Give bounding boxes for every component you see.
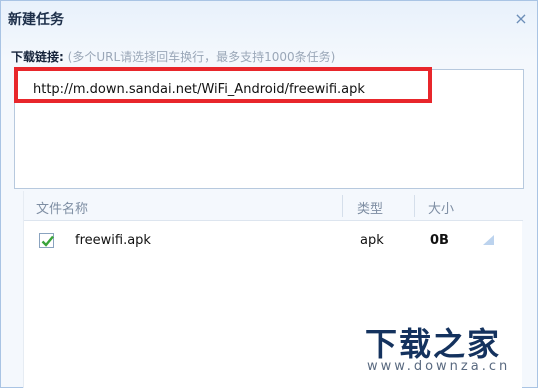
watermark-site: www.downza.cn — [367, 359, 511, 374]
file-size-cell: 0B — [430, 233, 449, 248]
column-header-size[interactable]: 大小 — [428, 198, 454, 217]
dialog-title: 新建任务 — [8, 12, 64, 28]
download-link-hint: (多个URL请选择回车换行，最多支持1000条任务) — [67, 50, 336, 64]
column-divider[interactable] — [342, 195, 343, 217]
file-name-cell: freewifi.apk — [75, 233, 151, 248]
url-text: http://m.down.sandai.net/WiFi_Android/fr… — [33, 82, 365, 97]
file-checkbox[interactable] — [39, 233, 54, 248]
close-icon[interactable]: × — [513, 11, 529, 27]
file-list-header: 文件名称 类型 大小 — [24, 191, 523, 221]
watermark-logo: 下载之家 www.downza.cn — [365, 319, 525, 379]
resize-triangle-icon — [483, 235, 494, 245]
column-header-type[interactable]: 类型 — [357, 198, 383, 217]
checkmark-icon — [41, 235, 54, 247]
column-header-name[interactable]: 文件名称 — [36, 198, 88, 217]
download-link-row: 下载链接: (多个URL请选择回车换行，最多支持1000条任务) — [11, 48, 335, 65]
file-type-cell: apk — [360, 233, 384, 248]
download-link-label: 下载链接: — [11, 50, 64, 64]
column-divider[interactable] — [414, 195, 415, 217]
table-row[interactable]: freewifi.apk apk 0B — [24, 229, 523, 255]
url-input[interactable]: http://m.down.sandai.net/WiFi_Android/fr… — [14, 69, 524, 189]
new-task-dialog: 新建任务 × 下载链接: (多个URL请选择回车换行，最多支持1000条任务) … — [0, 0, 538, 388]
